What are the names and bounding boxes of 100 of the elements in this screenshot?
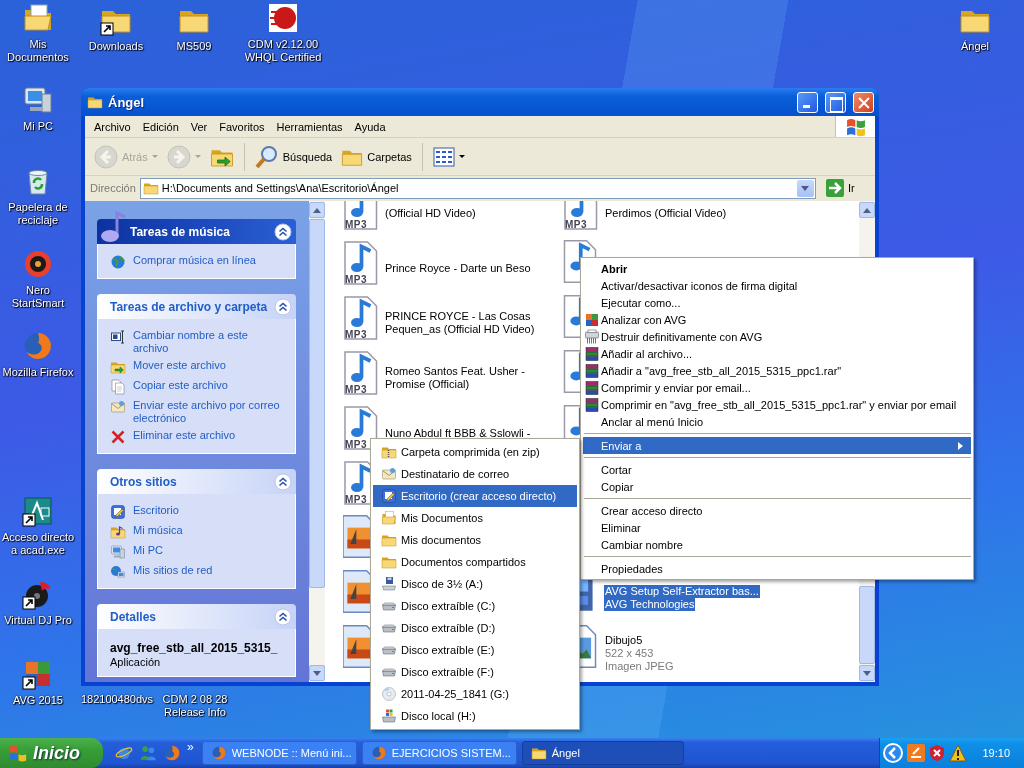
panel-header[interactable]: Otros sitios [97,469,296,494]
desktop-icon-label[interactable]: CDM 2 08 28 Release Info [162,693,228,719]
menu-item[interactable]: Documentos compartidos [373,551,577,573]
menu-item[interactable]: Activar/desactivar iconos de firma digital [583,277,971,294]
panel-header[interactable]: Tareas de música [97,219,296,244]
copy-icon [110,379,126,395]
dropdown-button[interactable] [797,179,814,197]
desktop-icon-label[interactable]: AVG 2015 [13,694,63,707]
menu-item[interactable]: Destruir definitivamente con AVG [583,328,971,345]
menu-item[interactable]: Añadir a "avg_free_stb_all_2015_5315_ppc1.rar" [583,362,971,379]
menu-bar-item[interactable]: Ver [184,118,214,135]
warning-icon[interactable] [949,744,968,762]
menu-item[interactable]: Mis documentos [373,529,577,551]
task-link[interactable]: Copiar este archivo [110,379,285,395]
file-name[interactable]: Prince Royce - Darte un Beso [384,261,532,275]
panel-header[interactable]: Tareas de archivo y carpeta [97,294,296,319]
menu-bar-item[interactable]: Herramientas [270,118,349,135]
taskbar-button[interactable]: WEBNODE :: Menú ini... [201,741,357,765]
more-button[interactable]: » [187,740,194,754]
menu-item[interactable]: Eliminar [583,519,971,536]
desktop-icon-label[interactable]: Mozilla Firefox [2,366,74,379]
menu-item[interactable]: Comprimir en "avg_free_stb_all_2015_5315_ppc1.rar" y enviar por email [583,396,971,413]
menu-item[interactable]: Disco de 3½ (A:) [373,573,577,595]
search-button[interactable]: Búsqueda [251,142,336,171]
menu-item[interactable]: Analizar con AVG [583,311,971,328]
menu-item[interactable]: Escritorio (crear acceso directo) [373,485,577,507]
taskbar-button[interactable]: EJERCICIOS SISTEM... [361,741,517,765]
menu-item[interactable]: 2011-04-25_1841 (G:) [373,683,577,705]
menu-item[interactable]: Ejecutar como... [583,294,971,311]
menu-bar-item[interactable]: Edición [136,118,185,135]
collapse-button[interactable] [274,472,292,491]
file-name[interactable]: PRINCE ROYCE - Las Cosas Pequen_as (Official HD Video) [384,310,552,336]
task-link[interactable]: Escritorio [110,504,285,520]
menu-item[interactable]: Cambiar nombre [583,536,971,553]
task-link[interactable]: Mi música [110,524,285,540]
desktop-icon-label[interactable]: 182100480dvs [80,693,154,706]
panel-header[interactable]: Detalles [97,604,296,629]
task-link[interactable]: Comprar música en línea [110,254,285,270]
task-link[interactable]: Cambiar nombre a este archivo [110,329,285,355]
menu-bar-item[interactable]: Archivo [88,118,137,135]
desktop-icon-label[interactable]: MS509 [176,40,212,53]
menu-item[interactable]: Anclar al menú Inicio [583,413,971,430]
menu-item[interactable]: Enviar a [583,437,971,454]
chevron-button[interactable] [882,742,905,764]
collapse-button[interactable] [274,222,292,241]
menu-bar-item[interactable]: Favoritos [213,118,271,135]
file-detail: AVG Setup Self-Extractor bas... [604,585,760,598]
globe-icon [110,254,126,270]
file-detail: 522 x 453 [604,646,655,660]
address-field[interactable]: H:\Documents and Settings\Ana\Escritorio\Ángel [139,177,816,199]
maximize-button[interactable] [825,91,846,113]
desktop-icon-label[interactable]: CDM v2.12.00 WHQL Certified [240,38,326,64]
menu-item[interactable]: Crear acceso directo [583,502,971,519]
detail-file-name: avg_free_stb_all_2015_5315_ [110,641,279,655]
taskbar-button[interactable]: Ángel [521,741,684,765]
task-link[interactable]: Mis sitios de red [110,564,285,580]
desktop-icon-label[interactable]: Downloads [88,40,144,53]
task-link[interactable]: Mover este archivo [110,359,285,375]
menu-item[interactable]: Disco extraíble (D:) [373,617,577,639]
file-name[interactable]: Romeo Santos Feat. Usher - Promise (Official) [384,365,552,391]
menu-item[interactable]: Mis Documentos [373,507,577,529]
minimize-button[interactable] [797,91,818,113]
desktop-icon-label[interactable]: Nero StartSmart [2,284,74,310]
desktop-icon-label[interactable]: Mis Documentos [2,38,74,64]
file-name[interactable]: Nuno Abdul ft BBB & Sslowli - [384,426,532,440]
menu-item[interactable]: Propiedades [583,560,971,577]
menu-item[interactable]: Disco extraíble (E:) [373,639,577,661]
menu-item[interactable]: Disco extraíble (F:) [373,661,577,683]
desktop-icon-label[interactable]: Virtual DJ Pro [4,614,72,627]
menu-item[interactable]: Comprimir y enviar por email... [583,379,971,396]
menu-item[interactable]: Cortar [583,461,971,478]
menu-item[interactable]: Disco extraíble (C:) [373,595,577,617]
start-button[interactable]: Inicio [0,738,103,768]
folders-button[interactable]: Carpetas [338,143,415,170]
file-name[interactable]: Perdimos (Official Video) [604,206,728,220]
file-name[interactable]: (Official HD Video) [384,206,477,220]
scrollbar[interactable] [309,201,325,682]
shield-icon[interactable] [928,744,947,762]
desktop-icon-label[interactable]: Acceso directo a acad.exe [0,531,78,557]
menu-item[interactable]: Copiar [583,478,971,495]
envelope-icon [110,399,126,415]
computer-icon [110,544,126,560]
tray-app-icon[interactable] [907,744,926,762]
desktop-icon-label[interactable]: Papelera de reciclaje [0,201,77,227]
menu-item[interactable]: Abrir [583,260,971,277]
menu-item[interactable]: Disco local (H:) [373,705,577,727]
collapse-button[interactable] [274,297,292,316]
menu-item[interactable]: Carpeta comprimida (en zip) [373,441,577,463]
file-name[interactable]: Dibujo5 [604,633,644,647]
menu-bar-item[interactable]: Ayuda [348,118,392,135]
close-button[interactable] [853,91,874,113]
menu-item[interactable]: Destinatario de correo [373,463,577,485]
desktop-icon-label[interactable]: Ángel [960,40,990,53]
task-link[interactable]: Mi PC [110,544,285,560]
desktop-icon-label[interactable]: Mi PC [23,120,53,133]
task-link[interactable]: Eliminar este archivo [110,429,285,445]
task-link[interactable]: Enviar este archivo por correo electrónico [110,399,285,425]
go-button[interactable]: Ir [820,178,872,198]
menu-item[interactable]: Añadir al archivo... [583,345,971,362]
collapse-button[interactable] [274,607,292,626]
